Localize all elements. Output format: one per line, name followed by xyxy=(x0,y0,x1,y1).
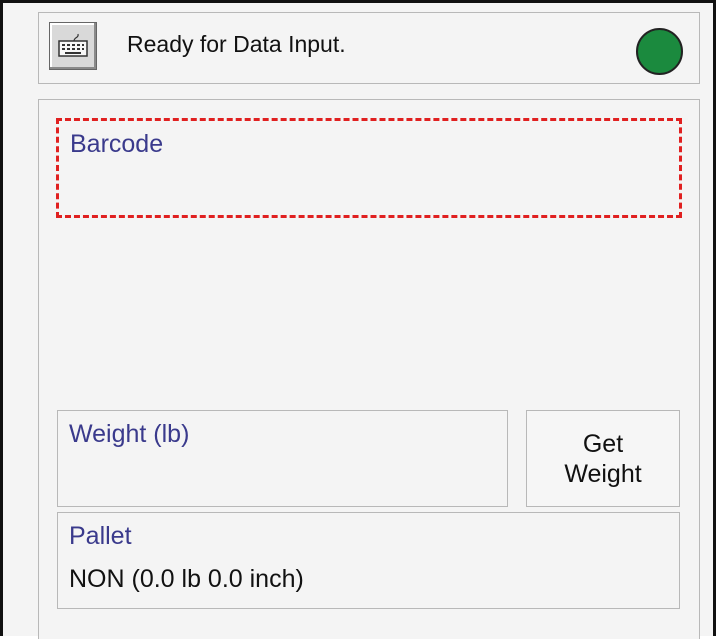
device-frame: Ready for Data Input. Barcode Weight (lb… xyxy=(0,0,716,639)
pallet-field[interactable]: Pallet NON (0.0 lb 0.0 inch) xyxy=(57,512,680,609)
barcode-input[interactable]: Barcode xyxy=(56,118,682,218)
keyboard-icon xyxy=(58,33,88,57)
pallet-label: Pallet xyxy=(69,522,132,550)
status-message: Ready for Data Input. xyxy=(127,31,346,57)
pallet-value: NON (0.0 lb 0.0 inch) xyxy=(69,565,304,593)
weight-input[interactable]: Weight (lb) xyxy=(57,410,508,507)
get-weight-button[interactable]: Get Weight xyxy=(526,410,680,507)
barcode-label: Barcode xyxy=(70,130,164,158)
status-bar: Ready for Data Input. xyxy=(38,12,700,84)
status-indicator xyxy=(636,28,683,75)
content-panel: Barcode Weight (lb) Get Weight Pallet NO… xyxy=(38,99,700,639)
weight-label: Weight (lb) xyxy=(69,420,190,448)
keyboard-button[interactable] xyxy=(49,22,97,70)
